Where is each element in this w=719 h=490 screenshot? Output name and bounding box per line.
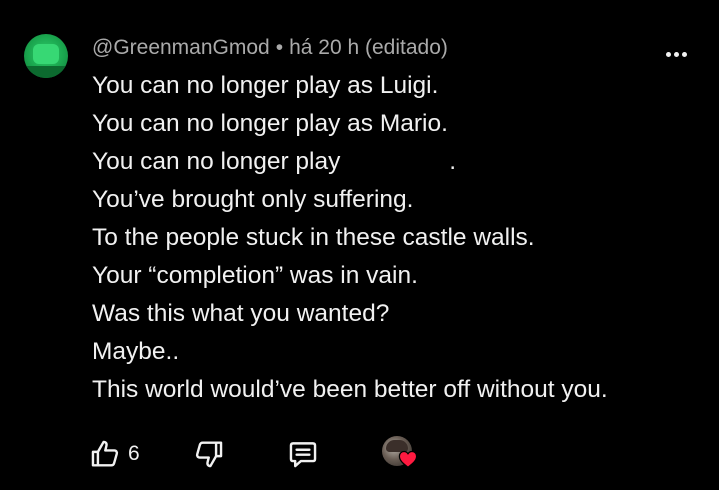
creator-heart-icon	[398, 450, 418, 468]
menu-dot	[665, 51, 671, 57]
menu-dot	[673, 51, 679, 57]
comment-line: You’ve brought only suffering.	[92, 186, 414, 213]
comment-actions: 6	[88, 434, 448, 474]
avatar-face	[33, 44, 59, 64]
creator-heart	[382, 436, 422, 472]
more-options-button[interactable]	[660, 44, 692, 64]
comment-line: Maybe..	[92, 338, 180, 365]
comment-line: Your “completion” was in vain.	[92, 262, 418, 289]
comment-line: You can no longer play .	[92, 148, 457, 175]
comment-body: You can no longer play as Luigi. You can…	[92, 67, 692, 409]
header-separator: •	[275, 36, 284, 59]
author-name[interactable]: @GreenmanGmod	[92, 36, 270, 60]
comment-line: This world would’ve been better off with…	[92, 376, 608, 403]
comment-line: You can no longer play as Luigi.	[92, 72, 439, 99]
avatar-band	[24, 66, 68, 78]
dislike-button[interactable]	[192, 434, 226, 474]
menu-dot	[681, 51, 687, 57]
comment-timestamp[interactable]: há 20 h (editado)	[289, 36, 448, 60]
author-avatar[interactable]	[24, 34, 68, 78]
comment-line: To the people stuck in these castle wall…	[92, 224, 535, 251]
comment-line: You can no longer play as Mario.	[92, 110, 448, 137]
comment-line: Was this what you wanted?	[92, 300, 390, 327]
comment-header: @GreenmanGmod • há 20 h (editado)	[92, 35, 448, 61]
like-count: 6	[128, 442, 140, 465]
comment-thread-item: @GreenmanGmod • há 20 h (editado) You ca…	[0, 0, 719, 490]
reply-icon	[289, 442, 317, 468]
like-button[interactable]: 6	[88, 434, 140, 474]
thumbs-up-icon	[91, 440, 119, 467]
thumbs-down-icon	[195, 441, 223, 468]
reply-button[interactable]	[286, 434, 320, 474]
